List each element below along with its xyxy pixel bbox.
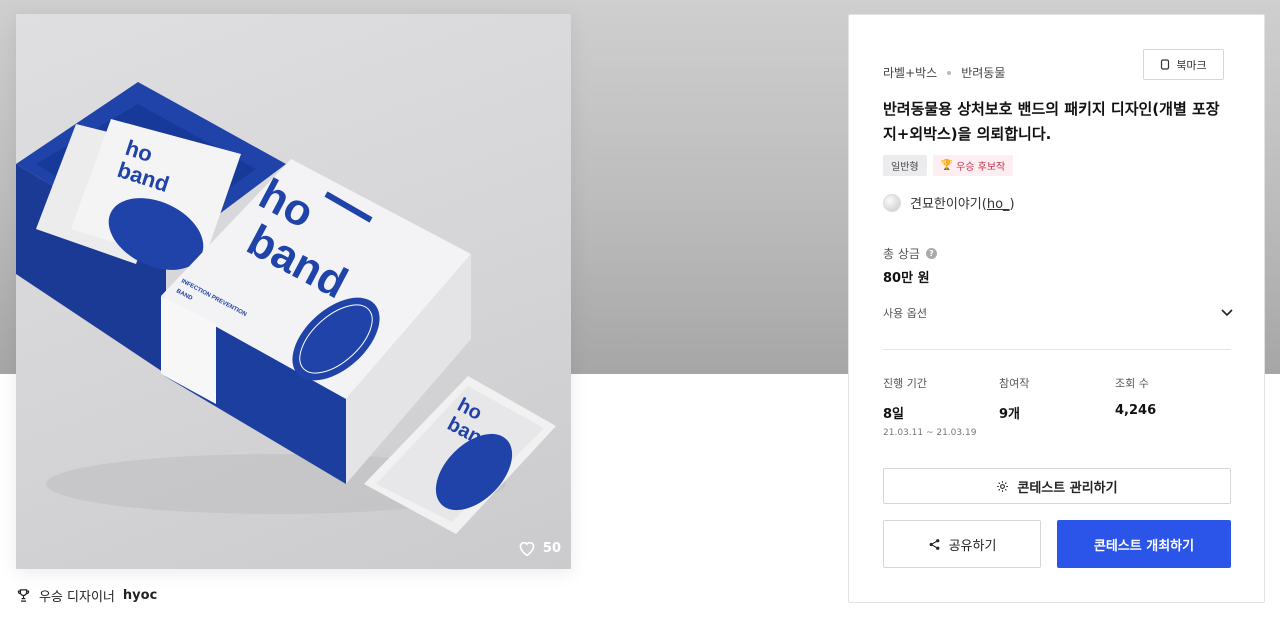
- chevron-down-icon: [1221, 309, 1233, 317]
- share-label: 공유하기: [948, 538, 997, 554]
- trophy-icon: [17, 589, 30, 602]
- like-button[interactable]: 50: [517, 539, 561, 557]
- like-count: 50: [542, 540, 561, 556]
- options-dropdown[interactable]: 사용 옵션: [883, 305, 1233, 321]
- help-icon[interactable]: ?: [925, 248, 937, 259]
- divider: [883, 349, 1231, 350]
- manage-contest-label: 콘테스트 관리하기: [1017, 480, 1118, 496]
- stat-entries-value: 9개: [999, 407, 1021, 422]
- prize-label-text: 총 상금: [883, 247, 920, 261]
- type-badge: 일반형: [883, 155, 927, 176]
- stat-views-value: 4,246: [1115, 403, 1157, 418]
- breadcrumb-subcategory[interactable]: 반려동물: [961, 64, 1005, 81]
- host-contest-button[interactable]: 콘테스트 개최하기: [1057, 520, 1231, 568]
- contest-info-panel: 라벨+박스 반려동물 북마크 반려동물용 상처보호 밴드의 패키지 디자인(개별…: [848, 14, 1265, 603]
- winner-label: 우승 디자이너: [39, 590, 115, 605]
- stat-period-value: 8일: [883, 407, 905, 422]
- share-button[interactable]: 공유하기: [883, 520, 1041, 568]
- bookmark-label: 북마크: [1176, 58, 1207, 72]
- stat-views: 조회 수 4,246: [1115, 375, 1156, 418]
- stat-entries-label: 참여작: [999, 377, 1030, 390]
- client-name: 견묘한이야기(ho_): [910, 197, 1015, 212]
- stat-period-range: 21.03.11 ~ 21.03.19: [883, 428, 977, 438]
- gear-icon: [997, 480, 1009, 492]
- tag-list: 일반형 🏆 우승 후보작: [883, 155, 1014, 176]
- winner-name[interactable]: hyoc: [123, 588, 157, 603]
- bookmark-icon: [1161, 59, 1170, 70]
- share-icon: [929, 538, 939, 550]
- breadcrumb: 라벨+박스 반려동물: [883, 64, 1005, 81]
- contest-title: 반려동물용 상처보호 밴드의 패키지 디자인(개별 포장지+외박스)을 의뢰합니…: [883, 100, 1220, 143]
- options-label: 사용 옵션: [883, 307, 927, 320]
- product-mockup-illustration: ho band ho band INFECTION PREVENTION BAN…: [16, 82, 556, 534]
- breadcrumb-separator: [947, 70, 952, 75]
- avatar: [883, 193, 901, 212]
- bookmark-button[interactable]: 북마크: [1143, 49, 1224, 80]
- prize-label: 총 상금 ?: [883, 245, 937, 262]
- breadcrumb-category[interactable]: 라벨+박스: [883, 64, 937, 81]
- client-handle[interactable]: ho_: [987, 197, 1010, 212]
- manage-contest-button[interactable]: 콘테스트 관리하기: [883, 468, 1231, 504]
- trophy-icon: 🏆: [940, 160, 954, 171]
- heart-icon: [519, 541, 535, 557]
- stat-views-label: 조회 수: [1115, 377, 1149, 390]
- stat-period: 진행 기간 8일 21.03.11 ~ 21.03.19: [883, 375, 976, 438]
- award-badge: 🏆 우승 후보작: [932, 155, 1014, 176]
- client-profile[interactable]: 견묘한이야기(ho_): [883, 193, 1015, 212]
- winner-caption: 우승 디자이너 hyoc: [16, 586, 157, 605]
- award-badge-label: 우승 후보작: [956, 162, 1006, 173]
- stat-period-label: 진행 기간: [883, 377, 927, 390]
- stat-entries: 참여작 9개: [999, 375, 1029, 422]
- contest-artwork-image[interactable]: ho band ho band INFECTION PREVENTION BAN…: [16, 14, 571, 569]
- prize-value: 80만 원: [883, 271, 930, 286]
